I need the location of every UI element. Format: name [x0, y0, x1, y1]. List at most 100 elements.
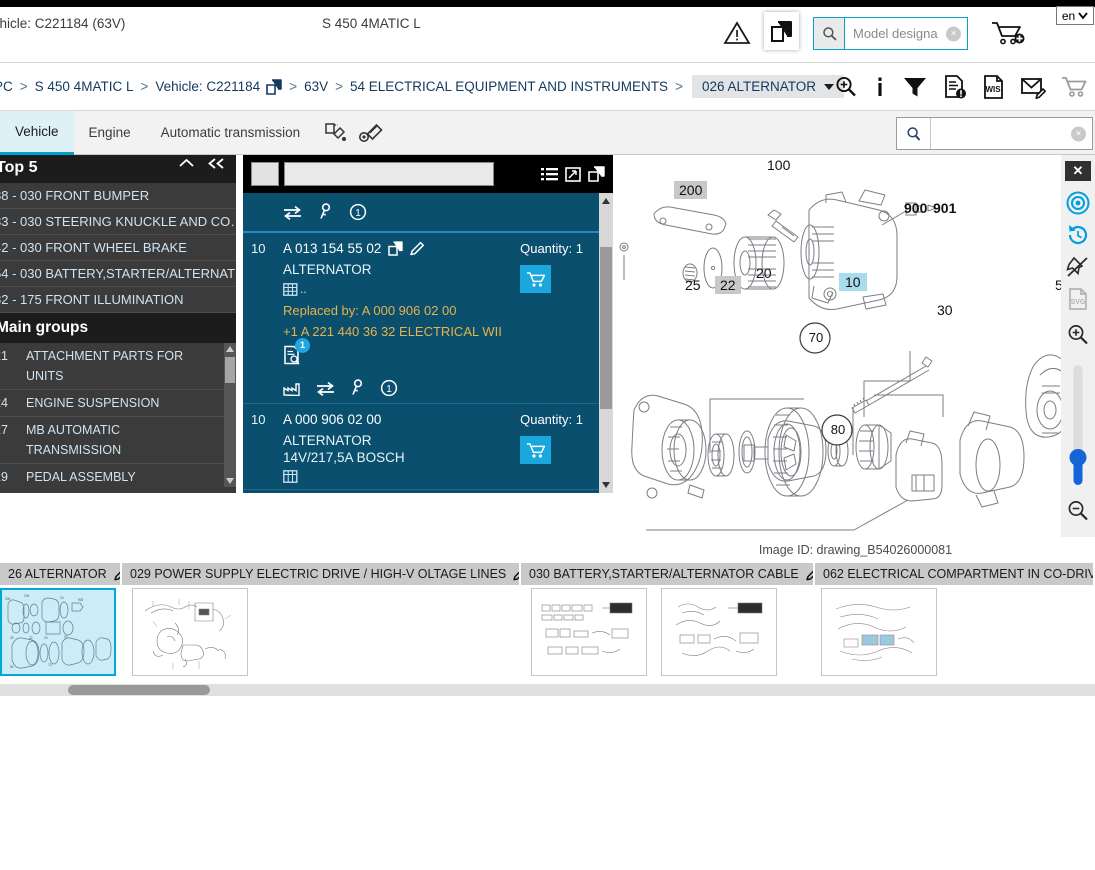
drawing-tab-3[interactable]: 062 ELECTRICAL COMPARTMENT IN CO-DRIV: [815, 563, 1095, 585]
top5-item-3[interactable]: 54 - 030 BATTERY,STARTER/ALTERNAT…: [0, 261, 236, 287]
part-search-box[interactable]: ×: [896, 117, 1093, 150]
callout-20[interactable]: 20: [756, 265, 772, 281]
main-groups-scrollbar[interactable]: [224, 343, 236, 487]
wis-document-icon[interactable]: WIS: [982, 74, 1005, 100]
unpin-icon[interactable]: [1066, 255, 1090, 279]
tab-automatic-transmission[interactable]: Automatic transmission: [146, 111, 316, 155]
part-1-add-to-cart-button[interactable]: [520, 436, 551, 464]
parts-filter-input[interactable]: [284, 162, 494, 186]
part-0-document-icon[interactable]: 1: [283, 338, 310, 365]
top5-item-4[interactable]: 82 - 175 FRONT ILLUMINATION: [0, 287, 236, 313]
factory-icon[interactable]: [283, 381, 301, 396]
copy-icon[interactable]: [588, 166, 605, 182]
part-search-clear-icon[interactable]: ×: [1071, 126, 1086, 141]
paint-code-icon[interactable]: [321, 119, 351, 147]
top5-item-1[interactable]: 33 - 030 STEERING KNUCKLE AND CO…: [0, 209, 236, 235]
thumb-battery-cable-a[interactable]: [531, 588, 647, 676]
exchange-arrows-icon[interactable]: [283, 205, 302, 220]
filter-funnel-icon[interactable]: [902, 75, 928, 99]
model-search-clear-icon[interactable]: ×: [946, 26, 961, 41]
model-search-input[interactable]: Model designa ×: [845, 18, 967, 49]
scrollbar-thumb[interactable]: [225, 357, 235, 383]
callout-200[interactable]: 200: [674, 181, 708, 199]
equipment-tool-icon[interactable]: [357, 119, 387, 147]
drawing-tab-1[interactable]: 029 POWER SUPPLY ELECTRIC DRIVE / HIGH-V…: [122, 563, 521, 585]
mail-edit-icon[interactable]: [1020, 75, 1046, 99]
copy-icon[interactable]: [388, 241, 403, 256]
zoom-search-icon[interactable]: [834, 75, 858, 99]
scroll-up-arrow-icon[interactable]: [602, 198, 610, 204]
zoom-slider[interactable]: [1069, 365, 1087, 485]
model-designation-search[interactable]: Model designa ×: [813, 17, 968, 50]
scroll-down-arrow-icon[interactable]: [602, 482, 610, 488]
main-group-item-27[interactable]: 27 MB AUTOMATIC TRANSMISSION: [0, 417, 236, 464]
part-0-add-to-cart-button[interactable]: [520, 265, 551, 293]
breadcrumb-item-group[interactable]: 54 ELECTRICAL EQUIPMENT AND INSTRUMENTS: [350, 79, 668, 94]
top5-item-0[interactable]: 88 - 030 FRONT BUMPER: [0, 183, 236, 209]
target-focus-icon[interactable]: [1066, 191, 1090, 215]
language-selector[interactable]: en: [1056, 6, 1094, 25]
breadcrumb-item-pc[interactable]: PC: [0, 79, 13, 94]
copy-documents-button[interactable]: [764, 12, 799, 50]
warning-triangle-icon[interactable]: [723, 20, 751, 46]
part-search-input[interactable]: ×: [931, 118, 1092, 149]
expand-view-icon[interactable]: [565, 166, 581, 182]
zoom-out-icon[interactable]: [1066, 499, 1090, 523]
document-alert-icon[interactable]: [943, 74, 967, 100]
breadcrumb-item-model[interactable]: S 450 4MATIC L: [35, 79, 134, 94]
zoom-slider-knob[interactable]: [1069, 449, 1087, 466]
callout-22[interactable]: 22: [715, 276, 741, 294]
callout-900[interactable]: 900: [904, 200, 927, 216]
thumb-alternator[interactable]: 200 100 10 900 25 22 20 30 80 70: [0, 588, 116, 676]
zoom-in-icon[interactable]: [1066, 323, 1090, 347]
edit-pencil-icon[interactable]: [113, 567, 120, 581]
breadcrumb-item-63v[interactable]: 63V: [304, 79, 328, 94]
main-group-item-24[interactable]: 24 ENGINE SUSPENSION: [0, 390, 236, 417]
tab-engine[interactable]: Engine: [74, 111, 146, 155]
callout-901[interactable]: 901: [933, 200, 956, 216]
callout-100[interactable]: 100: [767, 157, 790, 173]
callout-25[interactable]: 25: [685, 277, 701, 293]
tab-vehicle[interactable]: Vehicle: [0, 110, 74, 155]
svg-export-icon[interactable]: SVG: [1066, 287, 1090, 311]
callout-30[interactable]: 30: [937, 302, 953, 318]
shopping-cart-icon[interactable]: [1061, 75, 1087, 99]
part-row-0[interactable]: 10 A 013 154 55 02 ALTERNATOR .. Replace…: [243, 233, 613, 404]
edit-pencil-icon[interactable]: [410, 241, 425, 256]
parts-list-scrollbar[interactable]: [599, 193, 613, 493]
scroll-down-arrow-icon[interactable]: [226, 478, 234, 484]
exploded-diagram-panel[interactable]: 100 200 900 901 25 22 20 10 30 50 70: [616, 155, 1095, 537]
top5-item-2[interactable]: 42 - 030 FRONT WHEEL BRAKE: [0, 235, 236, 261]
thumbnail-horizontal-scrollbar[interactable]: [0, 684, 1095, 696]
key-icon[interactable]: [318, 203, 333, 221]
parts-filter-prefix-box[interactable]: [251, 162, 279, 186]
scroll-up-arrow-icon[interactable]: [226, 346, 234, 352]
info-icon[interactable]: [873, 75, 887, 99]
drawing-tab-0[interactable]: 26 ALTERNATOR: [0, 563, 122, 585]
drawing-tab-2[interactable]: 030 BATTERY,STARTER/ALTERNATOR CABLE: [521, 563, 815, 585]
exploded-diagram-image[interactable]: [616, 155, 1095, 537]
part-0-grid-row[interactable]: ..: [283, 282, 599, 296]
thumb-battery-cable-b[interactable]: [661, 588, 777, 676]
edit-pencil-icon[interactable]: [513, 567, 519, 581]
main-group-item-29[interactable]: 29 PEDAL ASSEMBLY: [0, 464, 236, 487]
main-group-item-21[interactable]: 21 ATTACHMENT PARTS FOR UNITS: [0, 343, 236, 390]
thumb-electrical-compartment[interactable]: [821, 588, 937, 676]
part-row-1[interactable]: 10 A 000 906 02 00 ALTERNATOR 14V/217,5A…: [243, 404, 613, 490]
exchange-arrows-icon[interactable]: [316, 381, 335, 396]
reset-history-icon[interactable]: [1066, 223, 1090, 247]
close-panel-icon[interactable]: ✕: [1065, 161, 1091, 181]
scrollbar-thumb[interactable]: [68, 685, 210, 695]
number-one-circle-icon[interactable]: 1: [349, 203, 367, 221]
chevron-up-icon[interactable]: [178, 157, 195, 170]
thumb-power-supply[interactable]: [132, 588, 248, 676]
list-view-icon[interactable]: [541, 167, 558, 182]
breadcrumb-current-dropdown[interactable]: 026 ALTERNATOR: [691, 75, 844, 98]
breadcrumb-item-vehicle[interactable]: Vehicle: C221184: [155, 79, 260, 94]
callout-10[interactable]: 10: [839, 273, 867, 291]
part-search-button[interactable]: [897, 118, 931, 149]
number-one-circle-icon[interactable]: 1: [380, 379, 398, 397]
key-icon[interactable]: [350, 379, 365, 397]
model-search-button[interactable]: [814, 18, 845, 49]
cart-add-icon[interactable]: [991, 20, 1026, 48]
